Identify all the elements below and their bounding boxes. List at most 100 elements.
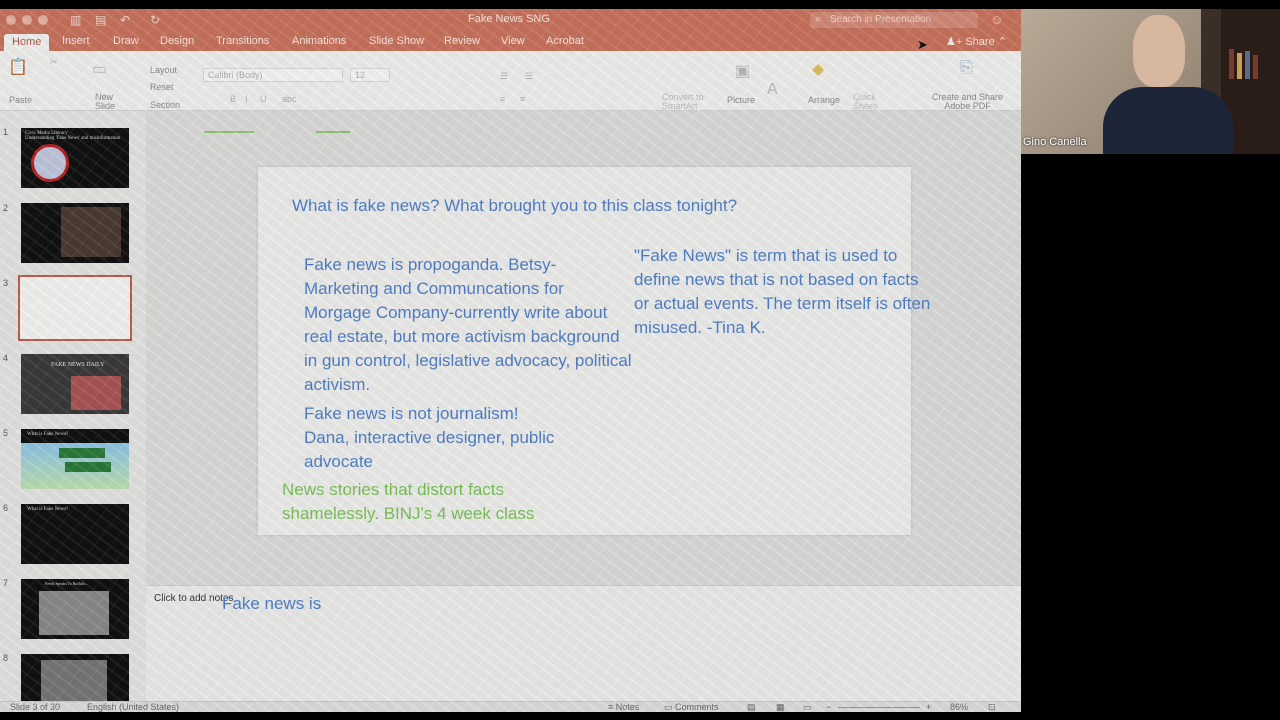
slide-thumbnail-pane: 1 Civic Media Literacy Understanding 'Fa… <box>0 111 146 701</box>
strikethrough-icon[interactable]: abc <box>282 94 297 104</box>
slide-thumbnail-8[interactable] <box>21 654 129 701</box>
thumbnail-photo <box>71 376 121 410</box>
align-left-icon[interactable]: ≡ <box>500 94 505 104</box>
book <box>1229 49 1234 79</box>
textbox-icon[interactable]: A <box>767 81 778 99</box>
bullets-icon[interactable]: ☰ <box>500 71 508 82</box>
picture-button[interactable]: Picture <box>727 95 755 105</box>
participant-body <box>1103 87 1233 154</box>
convert-smartart-button[interactable]: Convert to SmartArt <box>662 93 704 111</box>
create-share-pdf-button[interactable]: Create and Share Adobe PDF <box>932 93 1003 111</box>
thumbnail-number: 6 <box>3 503 9 513</box>
slide[interactable]: What is fake news? What brought you to t… <box>258 167 930 535</box>
normal-view-icon[interactable]: ▤ <box>747 702 756 712</box>
font-name-select[interactable]: Calibri (Body) <box>203 68 343 82</box>
zoom-window-button[interactable] <box>38 15 48 25</box>
sidebar-toggle-icon[interactable]: ▥ <box>70 13 81 27</box>
reading-view-icon[interactable]: ▭ <box>803 702 812 712</box>
align-center-icon[interactable]: ≡ <box>520 94 525 104</box>
slide-count: Slide 3 of 30 <box>10 702 61 712</box>
numbering-icon[interactable]: ☰ <box>525 71 533 82</box>
undo-icon[interactable]: ↶ <box>120 13 130 27</box>
share-button[interactable]: ♟+ Share ⌃ <box>946 35 1007 48</box>
search-icon: ⌕ <box>815 13 822 25</box>
tab-insert[interactable]: Insert <box>62 35 90 47</box>
paste-button[interactable]: Paste <box>9 95 32 105</box>
no-fake-news-logo <box>31 144 69 182</box>
response-tina-textbox[interactable]: "Fake News" is term that is used to defi… <box>634 244 934 340</box>
slide-canvas: What is fake news? What brought you to t… <box>146 111 1021 585</box>
thumbnail-caption: Civic Media Literacy Understanding 'Fake… <box>25 131 121 141</box>
section-button[interactable]: Section <box>150 100 180 110</box>
bold-icon[interactable]: B <box>230 94 236 104</box>
close-window-button[interactable] <box>6 15 16 25</box>
slide-question-textbox[interactable]: What is fake news? What brought you to t… <box>292 194 737 218</box>
adobe-pdf-icon[interactable]: ⎘ <box>960 59 973 77</box>
tab-transitions[interactable]: Transitions <box>216 35 269 47</box>
new-slide-icon[interactable]: ▭ <box>92 59 107 79</box>
language-indicator[interactable]: English (United States) <box>87 702 179 712</box>
arrange-icon[interactable]: ◆ <box>812 59 824 79</box>
notes-toggle-label: Notes <box>615 702 640 712</box>
slide-thumbnail-5[interactable]: What is Fake News? <box>21 429 129 489</box>
reset-button[interactable]: Reset <box>150 82 174 92</box>
thumbnail-photo <box>41 660 107 701</box>
cut-icon[interactable]: ✂ <box>50 57 58 68</box>
slide-thumbnail-2[interactable] <box>21 203 129 263</box>
notes-toggle-button[interactable]: ≡ Notes <box>608 702 639 712</box>
powerpoint-window: ▥ ▤ ↶ ↻ Fake News SNG Search in Presenta… <box>0 9 1021 712</box>
title-bar: ▥ ▤ ↶ ↻ Fake News SNG Search in Presenta… <box>0 9 1021 31</box>
tab-home[interactable]: Home <box>4 34 50 51</box>
ribbon-toolbar: 📋 Paste ✂ ▭ New Slide Layout Reset Secti… <box>0 51 1021 111</box>
slide-thumbnail-6[interactable]: What is Fake News? <box>21 504 129 564</box>
thumbnail-caption: What is Fake News? <box>27 432 69 437</box>
quick-styles-button[interactable]: Quick Styles <box>853 93 878 111</box>
thumbnail-photo <box>39 591 109 635</box>
thumbnail-photo <box>61 207 121 257</box>
zoom-slider[interactable] <box>838 707 920 708</box>
fit-to-window-icon[interactable]: ⊡ <box>988 702 996 712</box>
comments-toggle-button[interactable]: ▭ Comments <box>664 702 719 712</box>
notes-text[interactable]: Fake news is <box>222 594 321 614</box>
underline-icon[interactable]: U <box>260 94 267 104</box>
slide-sorter-icon[interactable]: ▦ <box>776 702 785 712</box>
slide-thumbnail-7[interactable]: Feeds Speaks To Buffalo... <box>21 579 129 639</box>
picture-icon[interactable]: ▣ <box>735 61 750 81</box>
search-input[interactable]: Search in Presentation <box>810 12 978 28</box>
zoom-out-icon[interactable]: − <box>826 702 831 712</box>
thumbnail-number: 3 <box>3 278 9 288</box>
tab-animations[interactable]: Animations <box>292 35 346 47</box>
participant-head <box>1133 15 1185 87</box>
participant-video-tile[interactable]: Gino Canella <box>1021 9 1280 154</box>
status-bar: Slide 3 of 30 English (United States) ≡ … <box>0 701 1021 712</box>
tab-view[interactable]: View <box>501 35 525 47</box>
slide-thumbnail-1[interactable]: Civic Media Literacy Understanding 'Fake… <box>21 128 129 188</box>
account-icon[interactable]: ☺ <box>990 12 1003 27</box>
share-label: Share <box>965 36 995 48</box>
redo-icon[interactable]: ↻ <box>150 13 160 27</box>
thumbnail-caption: What is Fake News? <box>27 507 69 512</box>
tab-slide-show[interactable]: Slide Show <box>369 35 424 47</box>
paste-icon[interactable]: 📋 <box>8 57 28 77</box>
font-size-select[interactable]: 12 <box>350 68 390 82</box>
slide-thumbnail-3-selected[interactable] <box>18 275 132 341</box>
save-icon[interactable]: ▤ <box>95 13 106 27</box>
arrange-button[interactable]: Arrange <box>808 95 840 105</box>
slide-thumbnail-4[interactable]: FAKE NEWS DAILY <box>21 354 129 414</box>
minimize-window-button[interactable] <box>22 15 32 25</box>
tab-design[interactable]: Design <box>160 35 194 47</box>
notes-pane[interactable]: Click to add notes Fake news is <box>146 585 1021 701</box>
thumbnail-number: 7 <box>3 578 9 588</box>
response-betsy-textbox[interactable]: Fake news is propoganda. Betsy- Marketin… <box>304 253 634 397</box>
tab-review[interactable]: Review <box>444 35 480 47</box>
zoom-in-icon[interactable]: + <box>926 702 931 712</box>
response-dana-textbox[interactable]: Fake news is not journalism! Dana, inter… <box>304 402 564 474</box>
tab-draw[interactable]: Draw <box>113 35 139 47</box>
new-slide-button[interactable]: New Slide <box>95 93 115 111</box>
response-binj-textbox[interactable]: News stories that distort facts shameles… <box>282 478 582 526</box>
italic-icon[interactable]: I <box>245 94 248 104</box>
tab-acrobat[interactable]: Acrobat <box>546 35 584 47</box>
document-title: Fake News SNG <box>468 13 550 25</box>
zoom-level[interactable]: 86% <box>950 702 968 712</box>
layout-button[interactable]: Layout <box>150 65 177 75</box>
